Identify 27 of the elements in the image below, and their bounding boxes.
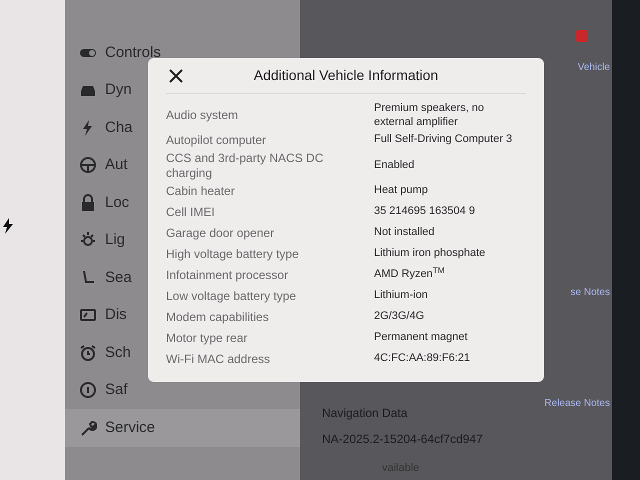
info-label: CCS and 3rd-party NACS DC charging — [166, 150, 324, 180]
info-value: Lithium-ion — [374, 289, 429, 303]
info-label: High voltage battery type — [166, 246, 300, 262]
info-value: Enabled — [374, 158, 416, 172]
dialog-title: Additional Vehicle Information — [252, 66, 440, 85]
info-value: Not installed — [374, 226, 436, 240]
info-label: Autopilot computer — [166, 132, 268, 148]
info-value: 4C:FC:AA:89:F6:21 — [374, 352, 471, 366]
info-label: Low voltage battery type — [166, 288, 298, 304]
info-label: Garage door opener — [166, 226, 276, 240]
version-text: NA-2025.2-15204-64cf7cd947 — [322, 430, 484, 448]
info-value: Full Self-Driving Computer 3 — [374, 133, 514, 147]
info-value: Permanent magnet — [374, 331, 469, 345]
info-label: Audio system — [166, 108, 240, 124]
info-label: Infotainment processor — [166, 268, 290, 282]
info-value: 2G/3G/4G — [374, 310, 426, 324]
info-label: Modem capabilities — [166, 310, 270, 324]
info-label: Motor type rear — [166, 330, 248, 346]
info-value: Premium speakers, no external amplifier — [374, 102, 486, 130]
info-value: AMD Ryzen$^{TM}$ — [374, 268, 446, 282]
info-label: Wi-Fi MAC address — [166, 352, 272, 366]
info-label: Cabin heater — [166, 184, 236, 198]
section-label: Navigation Data — [322, 404, 408, 422]
info-value: Lithium iron phosphate — [374, 247, 486, 261]
info-label: Cell IMEI — [166, 204, 216, 220]
info-value: Heat pump — [374, 184, 429, 198]
info-value: 35 214695 163504 9 — [374, 205, 476, 219]
